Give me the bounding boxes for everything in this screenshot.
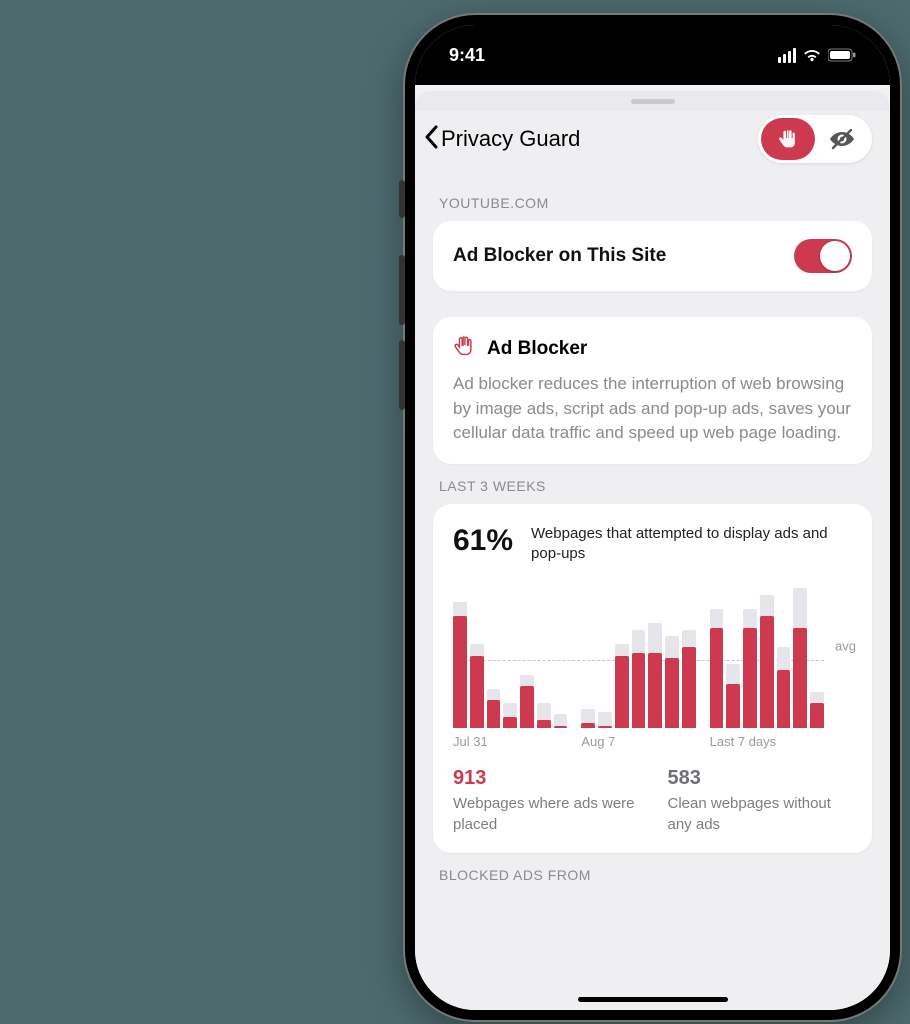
wifi-icon	[802, 48, 822, 62]
site-section-header: YOUTUBE.COM	[439, 195, 866, 211]
chart-bar	[453, 602, 467, 728]
volume-down-button	[399, 340, 405, 410]
summary-caption: Webpages where ads were placed	[453, 794, 638, 835]
phone-screen: 9:41 Privacy Guard	[415, 25, 890, 1010]
ad-blocker-info-card: Ad Blocker Ad blocker reduces the interr…	[433, 317, 872, 464]
content-scroll[interactable]: YOUTUBE.COM Ad Blocker on This Site Ad B…	[415, 173, 890, 1010]
site-toggle-label: Ad Blocker on This Site	[453, 245, 666, 267]
chart-bar	[503, 703, 517, 728]
hand-stop-icon	[777, 128, 799, 150]
back-label: Privacy Guard	[441, 126, 580, 152]
chart-bar	[743, 609, 757, 728]
sheet-handle-area	[415, 91, 890, 111]
chart-bar	[520, 675, 534, 728]
stats-percent: 61%	[453, 524, 513, 558]
chart-x-axis: Jul 31 Aug 7 Last 7 days	[453, 734, 852, 749]
sheet-handle[interactable]	[631, 99, 675, 104]
ad-blocker-mode[interactable]	[761, 118, 815, 160]
dynamic-island	[583, 39, 723, 75]
x-axis-label: Jul 31	[453, 734, 567, 749]
status-time: 9:41	[449, 45, 485, 66]
battery-icon	[828, 48, 856, 62]
stats-summary: 913 Webpages where ads were placed 583 C…	[453, 767, 852, 835]
chart-bar	[470, 644, 484, 728]
period-section-header: LAST 3 WEEKS	[439, 478, 866, 494]
cellular-icon	[778, 48, 796, 63]
stats-percent-caption: Webpages that attempted to display ads a…	[531, 524, 852, 565]
chart-bar	[682, 630, 696, 728]
blocked-section-header: BLOCKED ADS FROM	[439, 867, 866, 883]
volume-up-button	[399, 255, 405, 325]
avg-label: avg	[835, 639, 856, 654]
chart-group	[581, 623, 695, 728]
status-right	[778, 48, 856, 63]
chart-bar	[615, 644, 629, 728]
phone-frame: 9:41 Privacy Guard	[405, 15, 900, 1020]
chart-bar	[760, 595, 774, 728]
summary-clean-pages: 583 Clean webpages without any ads	[668, 767, 853, 835]
top-nav: Privacy Guard	[415, 111, 890, 173]
chart-bar	[710, 609, 724, 728]
switch-knob	[820, 241, 850, 271]
hand-stop-icon	[453, 335, 475, 362]
site-toggle-switch[interactable]	[794, 239, 852, 273]
stats-card: 61% Webpages that attempted to display a…	[433, 504, 872, 853]
home-indicator[interactable]	[578, 997, 728, 1002]
chart-bar	[648, 623, 662, 728]
chart-bar	[598, 712, 612, 729]
chart-group	[453, 602, 567, 728]
site-toggle-card: Ad Blocker on This Site	[433, 221, 872, 291]
chart-group	[710, 588, 824, 728]
chart-bar	[793, 588, 807, 728]
x-axis-label: Aug 7	[581, 734, 695, 749]
summary-ads-pages: 913 Webpages where ads were placed	[453, 767, 638, 835]
anti-tracking-mode[interactable]	[815, 118, 869, 160]
chart-bar	[554, 714, 568, 728]
ads-bar-chart: avg	[453, 578, 852, 728]
info-description: Ad blocker reduces the interruption of w…	[453, 372, 852, 446]
side-button	[399, 180, 405, 218]
mode-segmented-control	[758, 115, 872, 163]
summary-caption: Clean webpages without any ads	[668, 794, 853, 835]
chart-bar	[726, 664, 740, 728]
summary-value: 583	[668, 767, 853, 790]
status-bar: 9:41	[415, 25, 890, 85]
eye-off-icon	[829, 128, 855, 150]
chart-bar	[581, 709, 595, 729]
x-axis-label: Last 7 days	[710, 734, 824, 749]
chart-bar	[487, 689, 501, 728]
chart-bar	[810, 692, 824, 728]
back-button[interactable]: Privacy Guard	[423, 124, 580, 155]
chart-bar	[665, 636, 679, 728]
chart-bar	[777, 647, 791, 728]
chart-bar	[632, 630, 646, 728]
info-title: Ad Blocker	[487, 338, 587, 360]
chevron-left-icon	[423, 124, 441, 155]
summary-value: 913	[453, 767, 638, 790]
chart-bar	[537, 703, 551, 728]
